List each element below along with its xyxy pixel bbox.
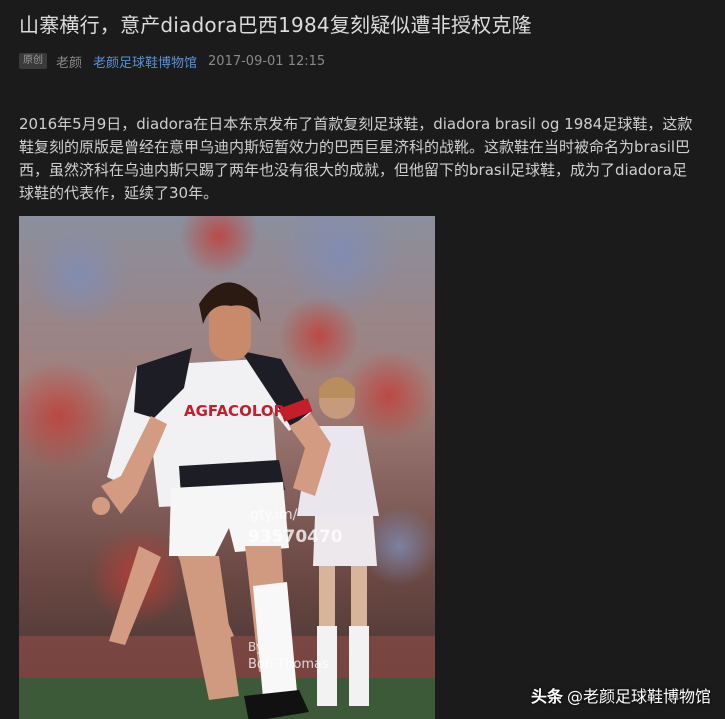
- article-title: 山寨横行，意产diadora巴西1984复刻疑似遭非授权克隆: [19, 13, 532, 37]
- author-name: 老颜: [56, 55, 83, 71]
- toutiao-brand: 头条: [530, 687, 563, 706]
- toutiao-watermark: 头条 @老颜足球鞋博物馆: [531, 683, 711, 707]
- shirt-sponsor: AGFACOLOR: [184, 402, 286, 420]
- article-paragraph: 2016年5月9日，diadora在日本东京发布了首款复刻足球鞋，diadora…: [19, 115, 693, 202]
- photo-watermark-id: 93570470: [248, 527, 343, 547]
- photo-watermark-name: Bob Thomas: [248, 657, 329, 672]
- publish-time: 2017-09-01 12:15: [208, 53, 326, 69]
- toutiao-handle: @老颜足球鞋博物馆: [566, 687, 711, 706]
- article-page: 山寨横行，意产diadora巴西1984复刻疑似遭非授权克隆 原创 老颜 老颜足…: [0, 0, 725, 719]
- photo-watermark-url: gty.im/: [250, 507, 298, 523]
- photo-illustration: AGFACOLOR: [19, 216, 435, 719]
- photo-watermark-by: By: [248, 640, 264, 654]
- article-meta: 原创 老颜 老颜足球鞋博物馆 2017-09-01 12:15: [19, 52, 326, 71]
- source-link[interactable]: 老颜足球鞋博物馆: [93, 52, 197, 71]
- original-tag: 原创: [19, 53, 47, 69]
- article-photo: AGFACOLOR gty.im/ 93570470 By Bob Thomas: [19, 216, 435, 719]
